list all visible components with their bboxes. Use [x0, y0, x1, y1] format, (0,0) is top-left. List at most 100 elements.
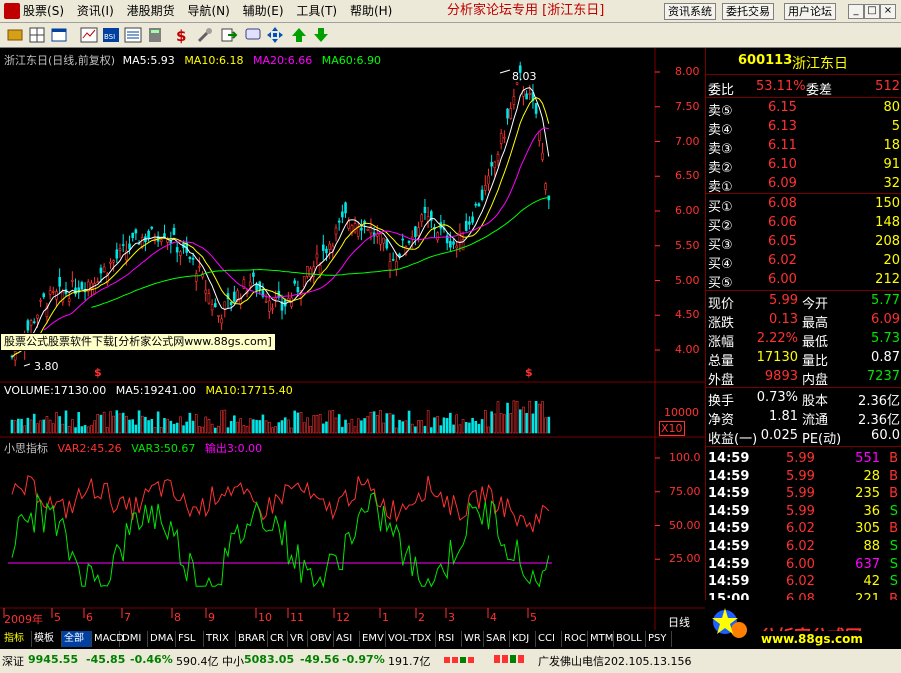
time-tick-label: 2 — [418, 611, 425, 624]
trade-button[interactable]: 委托交易 — [722, 3, 774, 20]
export-icon[interactable] — [220, 26, 238, 44]
candle-body — [213, 303, 217, 308]
tab-cci[interactable]: CCI — [536, 631, 562, 647]
tab-emv[interactable]: EMV — [360, 631, 386, 647]
menu-item-help[interactable]: 帮助(H) — [350, 0, 392, 22]
minimize-button[interactable]: _ — [848, 4, 864, 19]
tab-全部[interactable]: 全部 — [62, 631, 92, 647]
tick-time: 14:59 — [708, 556, 750, 572]
tab-roc[interactable]: ROC — [562, 631, 588, 647]
tab-mtm[interactable]: MTM — [588, 631, 614, 647]
tab-boll[interactable]: BOLL — [614, 631, 646, 647]
ad-banner[interactable]: 股票公式股票软件下载[分析家公式网www.88gs.com] — [0, 333, 276, 351]
buys-row[interactable]: 买② 6.06 148 — [706, 214, 901, 234]
tab-wr[interactable]: WR — [462, 631, 484, 647]
tab-brar[interactable]: BRAR — [236, 631, 268, 647]
chat-icon[interactable] — [244, 26, 262, 44]
candle-body — [198, 265, 201, 268]
list-icon[interactable] — [124, 26, 142, 44]
candle-body — [210, 304, 214, 311]
weibi-row: 委比 53.11% 委差 512 — [708, 79, 900, 98]
candle-body — [487, 175, 490, 185]
open-icon[interactable] — [6, 26, 24, 44]
menu-item-stock[interactable]: 股票(S) — [23, 0, 64, 22]
volume-bar — [369, 412, 373, 434]
tab-vr[interactable]: VR — [288, 631, 308, 647]
window-icon[interactable] — [50, 26, 68, 44]
tab-rsi[interactable]: RSI — [436, 631, 462, 647]
calculator-icon[interactable] — [146, 26, 164, 44]
tick-row[interactable]: 14:59 5.99 551 B — [706, 450, 901, 469]
buys-row[interactable]: 买⑤ 6.00 212 — [706, 271, 901, 291]
sz-value: 9945.55 — [28, 653, 79, 666]
sells-row[interactable]: 卖③ 6.11 18 — [706, 137, 901, 157]
user-forum-button[interactable]: 用户论坛 — [784, 3, 836, 20]
tab-fsl[interactable]: FSL — [176, 631, 204, 647]
sells-row[interactable]: 卖④ 6.13 5 — [706, 118, 901, 138]
sells-volume: 91 — [883, 157, 900, 172]
tab-dmi[interactable]: DMI — [120, 631, 148, 647]
close-button[interactable]: × — [880, 4, 896, 19]
candle-body — [544, 183, 547, 190]
time-tick-label: 7 — [124, 611, 131, 624]
volume-bar — [528, 400, 532, 434]
tab-模板[interactable]: 模板 — [32, 631, 62, 647]
tab-asi[interactable]: ASI — [334, 631, 360, 647]
tab-trix[interactable]: TRIX — [204, 631, 236, 647]
volume-bar — [464, 421, 468, 434]
tick-row[interactable]: 14:59 6.02 305 B — [706, 520, 901, 539]
tools-icon[interactable] — [196, 26, 214, 44]
candle-body — [159, 239, 163, 242]
move-icon[interactable] — [266, 26, 284, 44]
buys-row[interactable]: 买③ 6.05 208 — [706, 233, 901, 253]
volume-bar — [410, 423, 414, 434]
dollar-icon[interactable]: $ — [172, 26, 190, 44]
grid-icon[interactable] — [28, 26, 46, 44]
tab-cr[interactable]: CR — [268, 631, 288, 647]
high-label: 8.03 — [512, 70, 537, 83]
ma10-label: MA10:6.18 — [184, 54, 244, 67]
dividend-mark-2[interactable]: $ — [525, 366, 533, 379]
down-arrow-icon[interactable] — [312, 26, 330, 44]
menu-item-navigate[interactable]: 导航(N) — [187, 0, 229, 22]
menu-item-tools[interactable]: 工具(T) — [296, 0, 337, 22]
tick-row[interactable]: 14:59 6.00 637 S — [706, 556, 901, 575]
volume-bar — [96, 414, 100, 434]
tick-row[interactable]: 14:59 5.99 36 S — [706, 503, 901, 522]
tab-psy[interactable]: PSY — [646, 631, 672, 647]
volume-bar — [379, 410, 382, 434]
dividend-mark-1[interactable]: $ — [94, 366, 102, 379]
stat-label: PE(动) — [802, 432, 842, 447]
kline-icon[interactable] — [80, 26, 98, 44]
tab-vol-tdx[interactable]: VOL-TDX — [386, 631, 436, 647]
sells-row[interactable]: 卖⑤ 6.15 80 — [706, 99, 901, 119]
maximize-button[interactable]: □ — [864, 4, 880, 19]
tick-row[interactable]: 14:59 5.99 28 B — [706, 468, 901, 487]
menu-item-info[interactable]: 资讯(I) — [77, 0, 114, 22]
bsi-icon[interactable]: BSI — [102, 26, 120, 44]
sells-row[interactable]: 卖② 6.10 91 — [706, 156, 901, 176]
tick-row[interactable]: 14:59 6.02 42 S — [706, 573, 901, 592]
news-system-button[interactable]: 资讯系统 — [664, 3, 716, 20]
volume-bar — [112, 415, 115, 434]
volume-bar — [134, 424, 138, 434]
period-label[interactable]: 日线 — [668, 614, 690, 630]
tab-obv[interactable]: OBV — [308, 631, 334, 647]
tab-dma[interactable]: DMA — [148, 631, 176, 647]
volume-bar — [80, 426, 84, 434]
chart-area[interactable]: 浙江东日(日线,前复权) MA5:5.93 MA10:6.18 MA20:6.6… — [0, 48, 705, 630]
weicha-value: 512 — [875, 79, 900, 94]
tab-macd[interactable]: MACD — [92, 631, 124, 647]
tab-kdj[interactable]: KDJ — [510, 631, 536, 647]
tab-sar[interactable]: SAR — [484, 631, 510, 647]
menu-item-assist[interactable]: 辅助(E) — [243, 0, 284, 22]
menu-item-hk-futures[interactable]: 港股期货 — [127, 0, 175, 22]
buys-row[interactable]: 买④ 6.02 20 — [706, 252, 901, 272]
sells-row[interactable]: 卖① 6.09 32 — [706, 175, 901, 195]
up-arrow-icon[interactable] — [290, 26, 308, 44]
tick-row[interactable]: 14:59 5.99 235 B — [706, 485, 901, 504]
candle-body — [477, 203, 481, 207]
tab-指标[interactable]: 指标 — [2, 631, 32, 647]
buys-row[interactable]: 买① 6.08 150 — [706, 195, 901, 215]
tick-row[interactable]: 14:59 6.02 88 S — [706, 538, 901, 557]
